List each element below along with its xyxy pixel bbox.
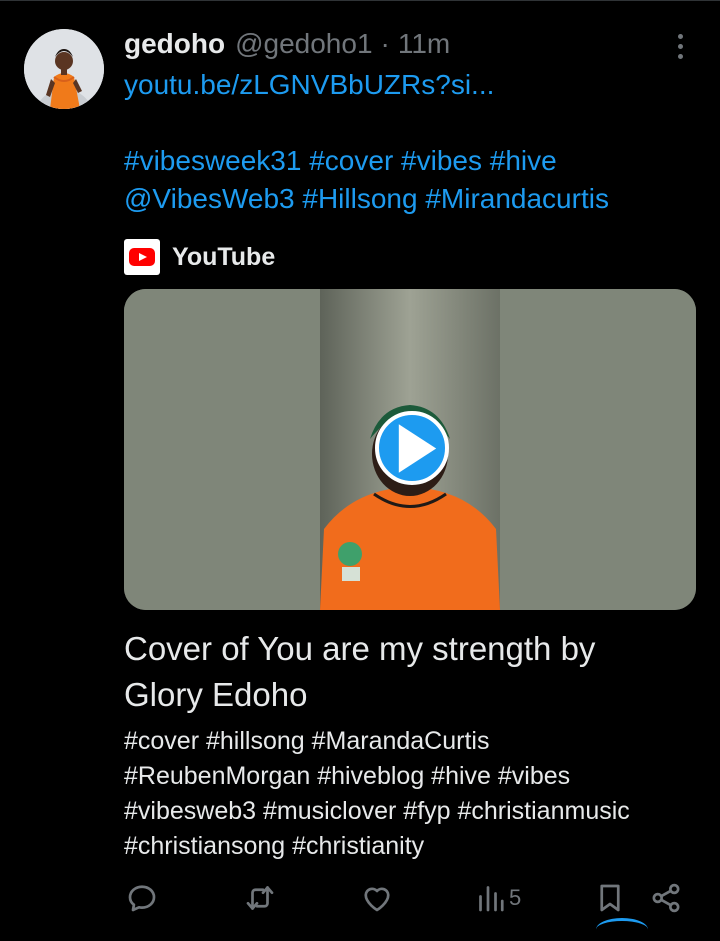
share-button[interactable] — [648, 880, 684, 916]
tweet-header: gedoho @gedoho1 · 11m — [124, 26, 450, 62]
card-source: YouTube — [124, 238, 275, 276]
tweet-link[interactable]: youtu.be/zLGNVBbUZRs?si... — [124, 66, 704, 104]
like-icon — [364, 887, 390, 912]
views-button[interactable]: 5 — [477, 880, 521, 916]
author-handle[interactable]: @gedoho1 — [235, 28, 372, 60]
bookmark-button[interactable] — [592, 880, 628, 916]
hashtag-line[interactable]: @VibesWeb3 #Hillsong #Mirandacurtis — [124, 180, 704, 218]
tweet[interactable]: gedoho @gedoho1 · 11m youtu.be/zLGNVBbUZ… — [0, 0, 720, 927]
like-button[interactable] — [359, 880, 395, 916]
repost-button[interactable] — [242, 880, 278, 916]
card-description-line: #vibesweb3 #musiclover #fyp #christianmu… — [124, 797, 630, 825]
action-bar: 5 — [0, 876, 720, 920]
card-title-line: Cover of You are my strength by — [124, 630, 596, 667]
card-description: #cover #hillsong #MarandaCurtis #ReubenM… — [124, 724, 704, 864]
tweet-text: youtu.be/zLGNVBbUZRs?si... #vibesweek31 … — [124, 66, 704, 218]
bookmark-icon — [600, 884, 620, 912]
reply-button[interactable] — [124, 880, 160, 916]
timestamp[interactable]: 11m — [398, 28, 450, 60]
youtube-icon — [124, 239, 160, 275]
share-icon — [652, 883, 680, 913]
card-description-line: #ReubenMorgan #hiveblog #hive #vibes — [124, 762, 571, 790]
views-count: 5 — [509, 885, 522, 910]
repost-icon — [246, 886, 274, 910]
reply-icon — [128, 885, 156, 912]
compose-button-edge[interactable] — [596, 918, 648, 941]
card-description-line: #christiansong #christianity — [124, 832, 425, 860]
play-icon[interactable] — [375, 411, 449, 485]
views-icon — [479, 886, 504, 912]
author-name[interactable]: gedoho — [124, 28, 225, 60]
card-title[interactable]: Cover of You are my strength by Glory Ed… — [124, 626, 704, 718]
avatar[interactable] — [24, 29, 104, 109]
video-thumbnail[interactable] — [124, 289, 696, 610]
card-description-line: #cover #hillsong #MarandaCurtis — [124, 727, 490, 755]
hashtag-line[interactable]: #vibesweek31 #cover #vibes #hive — [124, 142, 704, 180]
card-source-label: YouTube — [172, 242, 276, 271]
separator: · — [380, 28, 390, 59]
card-title-line: Glory Edoho — [124, 676, 308, 713]
more-options-icon[interactable] — [664, 30, 696, 62]
